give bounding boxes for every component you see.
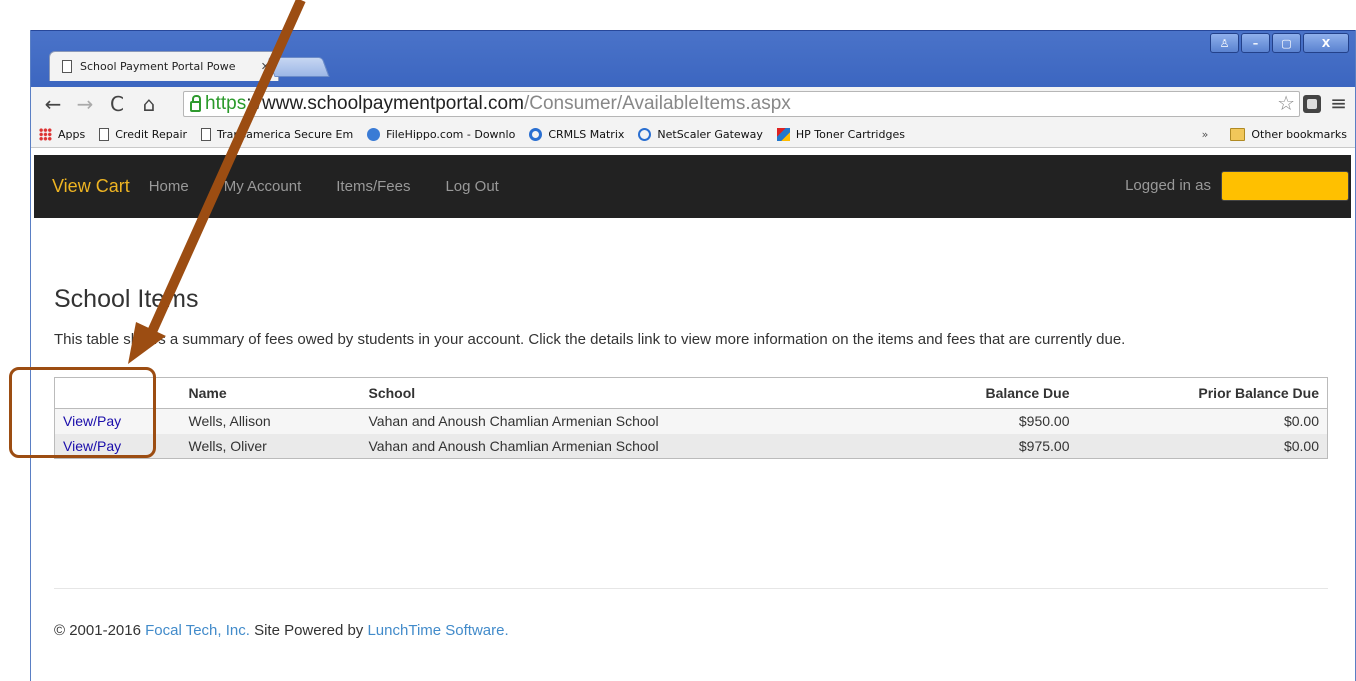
annotation-arrow (128, 0, 306, 364)
